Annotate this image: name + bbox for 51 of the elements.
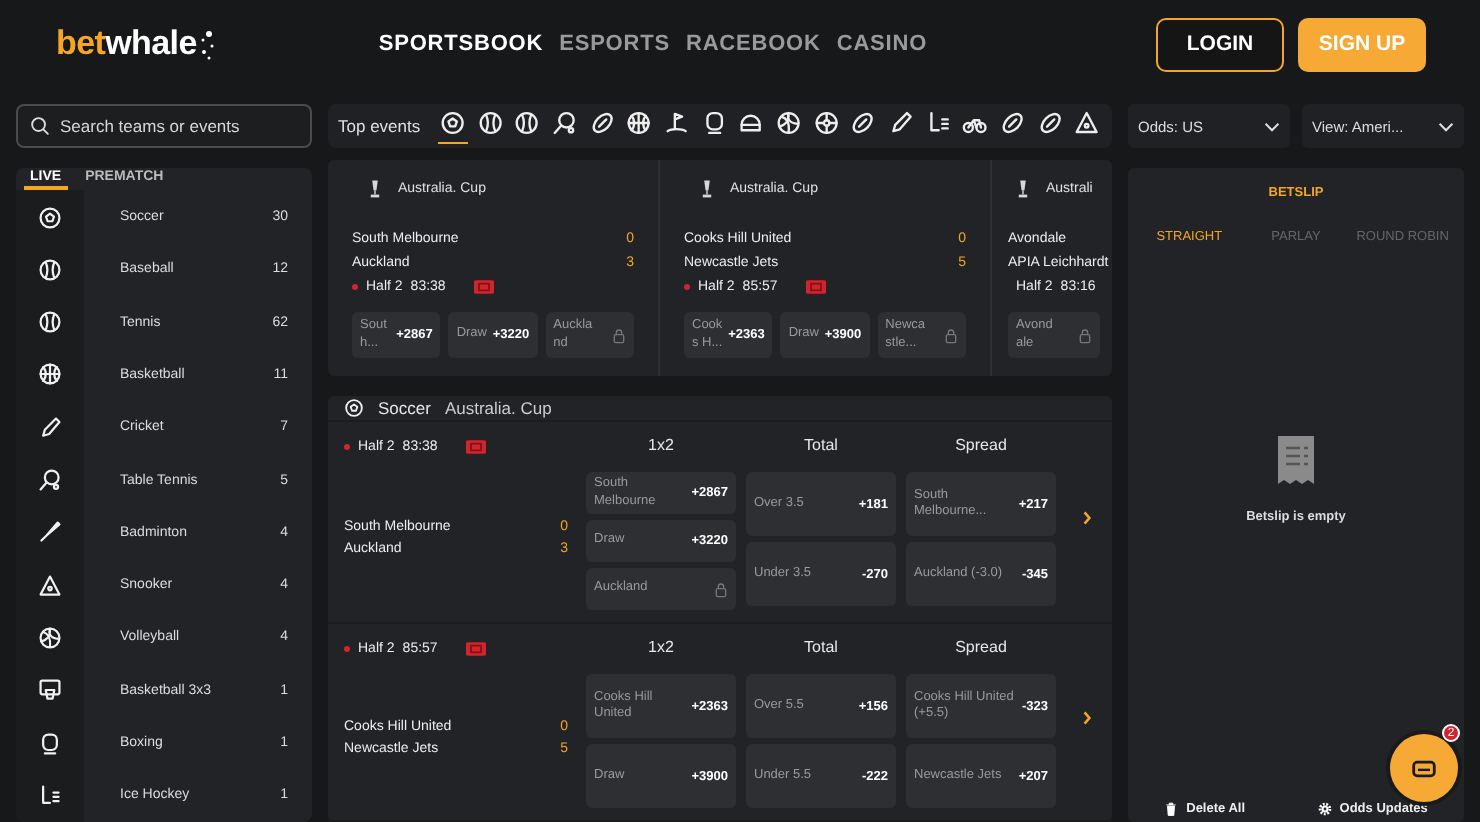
sport-title: Soccer [378, 398, 431, 418]
trophy-icon [368, 177, 382, 199]
gear-icon [1317, 801, 1332, 815]
nav-link[interactable]: RACEBOOK [685, 32, 821, 56]
live-dot [344, 443, 350, 449]
triangle-icon [38, 573, 62, 598]
lock-icon [714, 581, 728, 597]
live-dot [684, 283, 690, 289]
market-title: 1x2 [646, 434, 676, 458]
lock-icon [611, 327, 626, 343]
baseball-icon [38, 257, 62, 282]
login-button[interactable]: LOGIN [1156, 17, 1284, 71]
trophy-icon [700, 177, 714, 199]
chevron-down-icon [1438, 121, 1454, 131]
betwhale-logo[interactable]: betwhale [56, 24, 215, 64]
soccer-ball-icon [38, 205, 62, 230]
trash-icon [1164, 801, 1179, 815]
chevron-down-icon [1264, 121, 1280, 131]
live-dot [344, 645, 350, 651]
volleyball-icon [38, 625, 62, 650]
trophy-icon [1016, 177, 1030, 199]
nav-link[interactable]: CASINO [836, 32, 928, 56]
live-stream-icon[interactable] [473, 279, 494, 293]
chat-icon [1412, 759, 1436, 777]
hoop-icon [38, 678, 62, 703]
market-title: Spread [953, 636, 1009, 660]
shuttlecock-icon [38, 520, 62, 545]
league-name: Australia. Cup [444, 398, 552, 418]
nav-link[interactable]: ESPORTS [559, 32, 670, 56]
paddle-icon [38, 468, 62, 493]
chat-button[interactable] [1390, 734, 1458, 802]
live-stream-icon[interactable] [805, 279, 826, 293]
section-title: Top events [338, 116, 421, 136]
lock-icon [943, 327, 958, 343]
market-title: Total [802, 434, 840, 458]
baseball-icon [38, 310, 62, 335]
chevron-right-icon[interactable] [1082, 710, 1092, 726]
live-dot [352, 283, 358, 289]
live-stream-icon[interactable] [465, 439, 486, 453]
basketball-icon [38, 362, 62, 387]
lock-icon [1078, 327, 1092, 343]
search-icon [30, 116, 50, 136]
market-title: 1x2 [646, 636, 676, 660]
cricket-bat-icon [38, 415, 62, 440]
live-stream-icon[interactable] [465, 641, 486, 655]
soccer-ball-icon [344, 398, 364, 418]
nav-link[interactable]: SPORTSBOOK [378, 32, 544, 56]
market-title: Total [802, 636, 840, 660]
chevron-right-icon[interactable] [1082, 510, 1092, 526]
search-field[interactable]: Search teams or events [16, 104, 312, 148]
market-title: Spread [953, 434, 1009, 458]
